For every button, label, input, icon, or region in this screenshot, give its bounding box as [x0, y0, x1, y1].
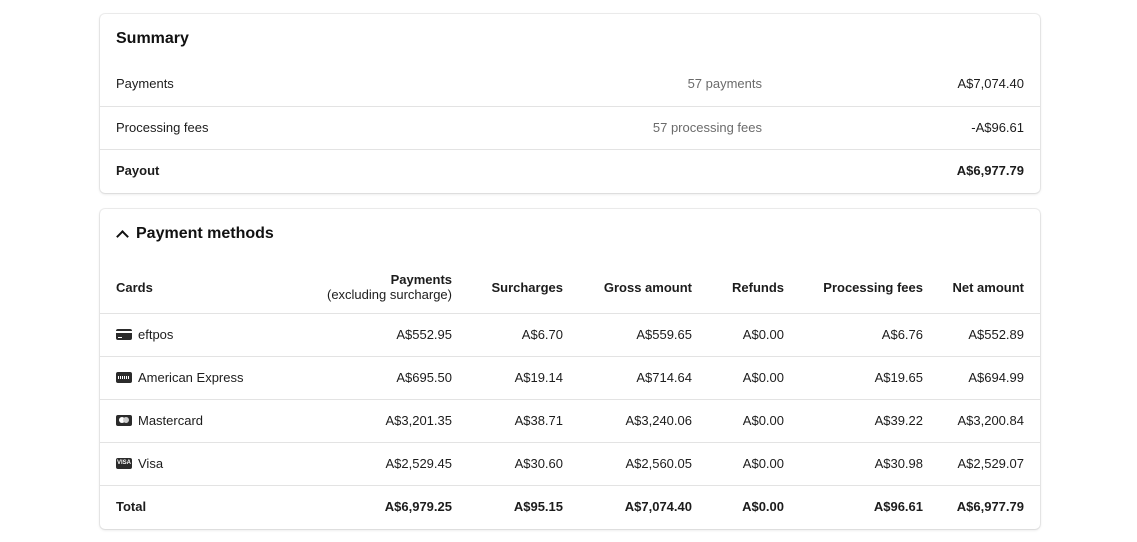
cell-gross: A$559.65 [563, 312, 692, 356]
summary-row-processing-fees: Processing fees 57 processing fees -A$96… [100, 106, 1040, 149]
card-cell: Mastercard [100, 398, 326, 442]
mastercard-card-icon [116, 415, 132, 426]
cell-net: A$3,200.84 [923, 398, 1040, 442]
card-cell: eftpos [100, 312, 326, 356]
cell-refunds: A$0.00 [692, 398, 784, 442]
payment-methods-table: Cards Payments (excluding surcharge) Sur… [100, 262, 1040, 528]
cell-gross: A$714.64 [563, 355, 692, 399]
card-cell: American Express [100, 355, 326, 399]
cell-refunds: A$0.00 [692, 441, 784, 485]
total-fees: A$96.61 [784, 484, 923, 528]
payment-methods-title: Payment methods [136, 225, 274, 242]
summary-card: Summary Payments 57 payments A$7,074.40 … [100, 14, 1040, 193]
table-header-row: Cards Payments (excluding surcharge) Sur… [100, 262, 1040, 313]
summary-row-count: 57 processing fees [652, 120, 762, 135]
amex-card-icon [116, 372, 132, 383]
summary-row-amount: -A$96.61 [971, 120, 1024, 135]
column-header-gross: Gross amount [603, 279, 692, 295]
total-surcharges: A$95.15 [452, 484, 563, 528]
cell-surcharges: A$30.60 [452, 441, 563, 485]
table-row: Visa A$2,529.45 A$30.60 A$2,560.05 A$0.0… [100, 441, 1040, 485]
cell-surcharges: A$19.14 [452, 355, 563, 399]
total-gross: A$7,074.40 [563, 484, 692, 528]
visa-card-icon [116, 458, 132, 469]
chevron-up-icon[interactable] [116, 230, 129, 243]
cell-gross: A$3,240.06 [563, 398, 692, 442]
summary-row-amount: A$6,977.79 [956, 163, 1024, 178]
total-refunds: A$0.00 [692, 484, 784, 528]
column-header-refunds: Refunds [732, 279, 784, 295]
payment-methods-toggle[interactable]: Payment methods [116, 225, 274, 243]
cell-refunds: A$0.00 [692, 312, 784, 356]
cell-net: A$694.99 [923, 355, 1040, 399]
table-row: Mastercard A$3,201.35 A$38.71 A$3,240.06… [100, 398, 1040, 442]
column-header-surcharges: Surcharges [491, 279, 563, 295]
cell-payments: A$3,201.35 [326, 398, 452, 442]
table-total-row: Total A$6,979.25 A$95.15 A$7,074.40 A$0.… [100, 484, 1040, 528]
cell-fees: A$6.76 [784, 312, 923, 356]
column-header-payments: Payments (excluding surcharge) [326, 262, 452, 313]
cell-payments: A$552.95 [326, 312, 452, 356]
summary-row-count: 57 payments [687, 76, 762, 91]
cell-net: A$2,529.07 [923, 441, 1040, 485]
summary-row-label: Payout [116, 163, 160, 178]
column-header-payments-sub: (excluding surcharge) [326, 287, 452, 303]
cell-fees: A$39.22 [784, 398, 923, 442]
cell-fees: A$19.65 [784, 355, 923, 399]
cell-payments: A$695.50 [326, 355, 452, 399]
total-net: A$6,977.79 [923, 484, 1040, 528]
column-header-cards: Cards [116, 279, 153, 295]
summary-title: Summary [116, 30, 189, 47]
card-cell: Visa [100, 441, 326, 485]
cell-surcharges: A$6.70 [452, 312, 563, 356]
table-row: American Express A$695.50 A$19.14 A$714.… [100, 355, 1040, 399]
summary-row-label: Payments [116, 76, 174, 91]
total-label: Total [100, 484, 326, 528]
column-header-net: Net amount [952, 279, 1025, 295]
cell-payments: A$2,529.45 [326, 441, 452, 485]
total-payments: A$6,979.25 [326, 484, 452, 528]
cell-gross: A$2,560.05 [563, 441, 692, 485]
card-name: Mastercard [138, 413, 204, 428]
card-name: Visa [138, 456, 164, 471]
cell-refunds: A$0.00 [692, 355, 784, 399]
payment-methods-card: Payment methods Cards Payments (excludin… [100, 209, 1040, 529]
column-header-payments-label: Payments [390, 272, 452, 288]
summary-row-payout: Payout A$6,977.79 [100, 149, 1040, 192]
cell-surcharges: A$38.71 [452, 398, 563, 442]
card-name: American Express [138, 370, 244, 385]
column-header-fees: Processing fees [823, 279, 923, 295]
cell-net: A$552.89 [923, 312, 1040, 356]
eftpos-card-icon [116, 329, 132, 340]
table-row: eftpos A$552.95 A$6.70 A$559.65 A$0.00 A… [100, 312, 1040, 356]
summary-row-label: Processing fees [116, 120, 209, 135]
cell-fees: A$30.98 [784, 441, 923, 485]
summary-row-payments: Payments 57 payments A$7,074.40 [100, 63, 1040, 106]
card-name: eftpos [138, 327, 174, 342]
summary-row-amount: A$7,074.40 [957, 76, 1024, 91]
